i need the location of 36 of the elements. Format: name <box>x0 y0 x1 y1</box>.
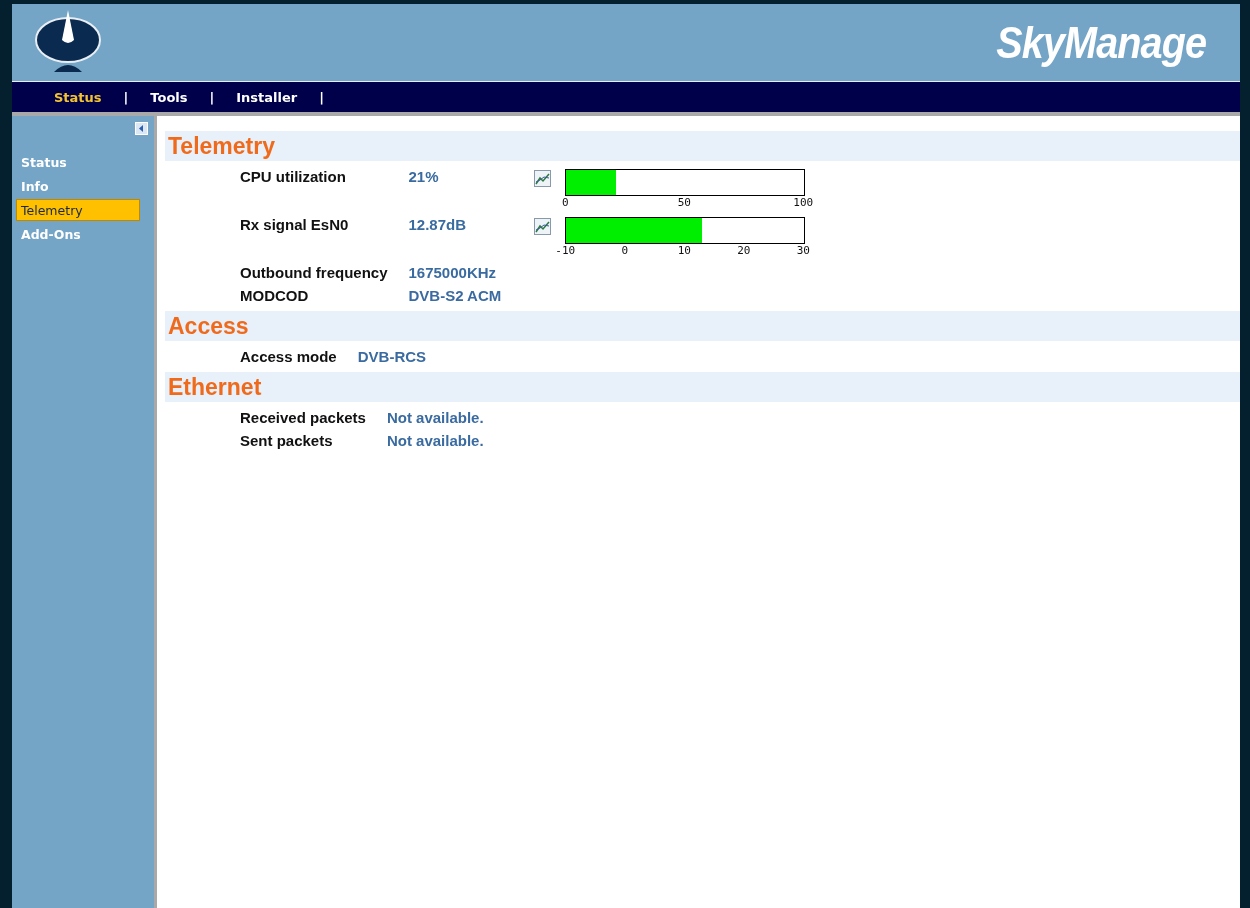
field-label: Received packets <box>240 408 366 428</box>
tick-label: 10 <box>676 244 692 257</box>
field-value: DVB-S2 ACM <box>408 286 502 306</box>
tick-label: -10 <box>554 244 577 257</box>
tick-label: 100 <box>792 196 815 209</box>
nav-separator: | <box>209 89 215 105</box>
nav-tab[interactable]: Installer <box>234 89 300 105</box>
field-label: Rx signal EsN0 <box>240 215 350 235</box>
field-label: MODCOD <box>240 286 310 306</box>
field-value: DVB-RCS <box>357 347 428 367</box>
nav-tab[interactable]: Tools <box>148 89 190 105</box>
field-label: Sent packets <box>240 431 334 451</box>
field-label: CPU utilization <box>240 167 347 187</box>
section-title: Ethernet <box>165 372 1240 402</box>
nav-separator: | <box>319 89 324 105</box>
sidebar-item[interactable]: Telemetry <box>16 199 140 221</box>
field-value: Not available. <box>386 408 484 428</box>
field-value: 21% <box>408 167 440 187</box>
chart-icon[interactable] <box>534 170 552 187</box>
section-title: Telemetry <box>165 131 1240 161</box>
tick-label: 50 <box>676 196 692 209</box>
nav-separator: | <box>123 89 129 105</box>
field-label: Access mode <box>240 347 337 367</box>
field-value: Not available. <box>386 431 484 451</box>
section-title: Access <box>165 311 1240 341</box>
tick-label: 30 <box>795 244 811 257</box>
tick-label: 0 <box>620 244 630 257</box>
field-value: 1675000KHz <box>408 263 498 283</box>
nav-tab[interactable]: Status <box>52 89 104 105</box>
brand-logo: SkyManage <box>996 17 1206 68</box>
collapse-icon[interactable] <box>135 122 148 135</box>
field-value: 12.87dB <box>408 215 468 235</box>
chart-icon[interactable] <box>534 218 552 235</box>
field-label: Outbound frequency <box>240 263 388 283</box>
tick-label: 20 <box>736 244 752 257</box>
tick-label: 0 <box>561 196 570 209</box>
